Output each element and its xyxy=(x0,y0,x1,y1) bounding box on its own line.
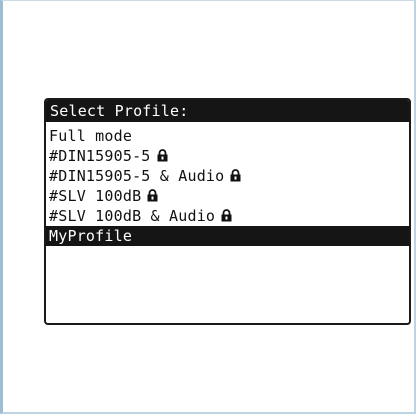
profile-item-myprofile[interactable]: MyProfile xyxy=(46,226,409,246)
profile-list: Full mode #DIN15905-5 #DIN15905-5 & Audi… xyxy=(46,122,409,246)
lock-icon xyxy=(157,149,168,162)
profile-item-label: #SLV 100dB & Audio xyxy=(49,207,216,225)
lock-icon xyxy=(230,169,241,182)
lock-icon xyxy=(147,189,158,202)
profile-item-full-mode[interactable]: Full mode xyxy=(46,126,409,146)
profile-item-din15905-5-audio[interactable]: #DIN15905-5 & Audio xyxy=(46,166,409,186)
select-profile-dialog: Select Profile: Full mode #DIN15905-5 #D… xyxy=(44,98,411,325)
profile-item-slv-100db[interactable]: #SLV 100dB xyxy=(46,186,409,206)
screen-frame: Select Profile: Full mode #DIN15905-5 #D… xyxy=(0,0,416,414)
lock-icon xyxy=(221,209,232,222)
profile-item-label: #DIN15905-5 & Audio xyxy=(49,167,225,185)
dialog-title: Select Profile: xyxy=(46,100,409,122)
profile-item-din15905-5[interactable]: #DIN15905-5 xyxy=(46,146,409,166)
profile-item-label: Full mode xyxy=(49,127,133,145)
profile-item-label: MyProfile xyxy=(49,227,133,245)
profile-item-label: #DIN15905-5 xyxy=(49,147,151,165)
profile-item-slv-100db-audio[interactable]: #SLV 100dB & Audio xyxy=(46,206,409,226)
profile-item-label: #SLV 100dB xyxy=(49,187,142,205)
